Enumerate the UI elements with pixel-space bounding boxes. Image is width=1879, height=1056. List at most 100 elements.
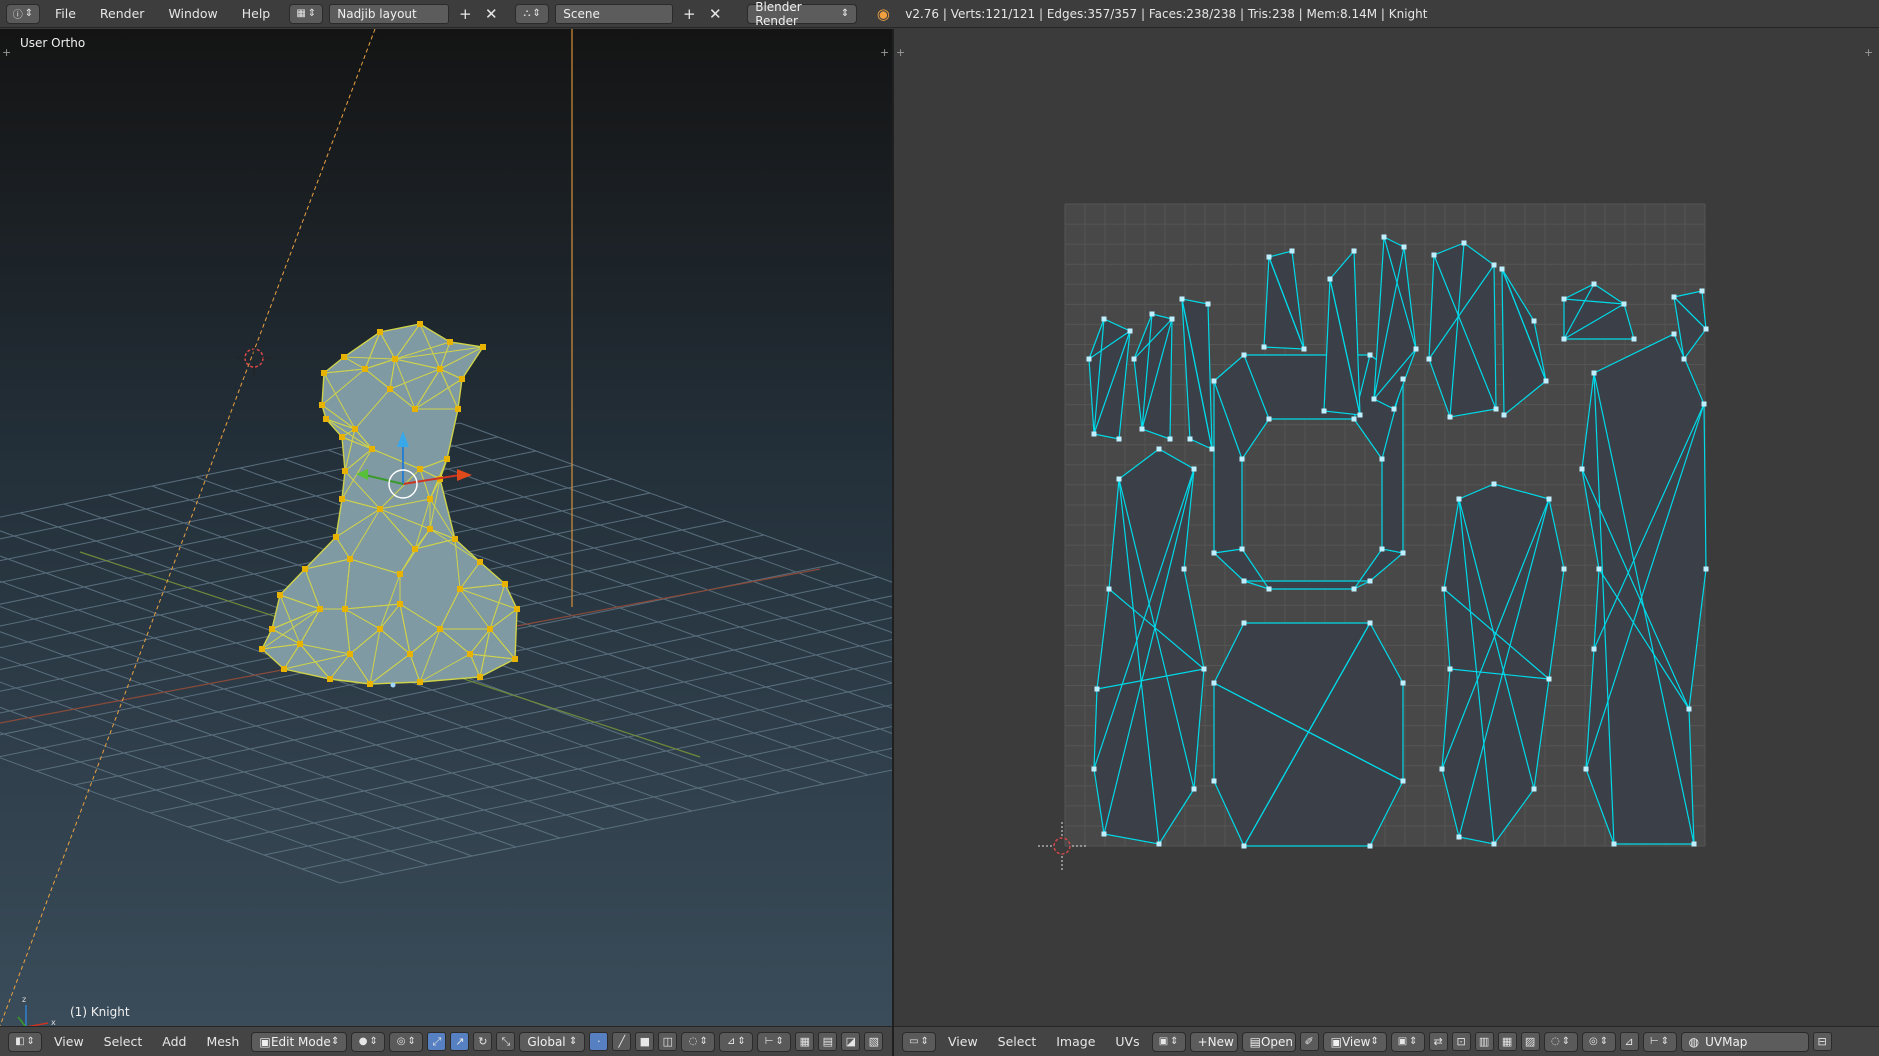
mode-dropdown[interactable]: ▣ Edit Mode ⇕ [251,1031,348,1052]
scene-name-field[interactable]: Scene [555,3,674,24]
translate-manipulator-icon[interactable]: ↗ [450,1032,470,1051]
render-engine-dropdown[interactable]: Blender Render ⇕ [747,0,858,28]
mesh-vertex [487,626,493,632]
uvmap-selector[interactable]: ◍ UVMap [1680,1031,1809,1052]
orientation-dropdown[interactable]: Global ⇕ [519,1031,586,1052]
orientation-label: Global [527,1034,566,1049]
menu-select[interactable]: Select [990,1034,1045,1049]
menu-image[interactable]: Image [1048,1034,1103,1049]
manipulator-toggle-icon[interactable]: ⤢ [427,1032,447,1051]
uv-vertex [1379,546,1385,552]
uv-snap-icon[interactable]: ⊿ [1619,1032,1639,1051]
viewport-shading-dropdown[interactable]: ● ⇕ [351,1031,386,1052]
add-scene-button[interactable]: + [679,4,699,24]
uv-vertex [1699,288,1705,294]
uv-vertex [1351,416,1357,422]
uv-vertex [1561,336,1567,342]
uv-vertex [1261,344,1267,350]
uv-vertex [1239,546,1245,552]
limit-selection-icon[interactable]: ◫ [658,1032,678,1051]
layout-name-field[interactable]: Nadjib layout [329,3,450,24]
uv-canvas[interactable] [894,29,1879,1026]
mesh-vertex [323,416,329,422]
render-preview-icon[interactable]: ◪ [841,1032,861,1051]
scene-browse-button[interactable]: ⛬ ⇕ [515,3,550,24]
editor-type-info-button[interactable]: ⓘ ⇕ [6,3,40,24]
snap-target-dropdown[interactable]: ⊢ ⇕ [757,1031,792,1052]
add-layout-button[interactable]: + [455,4,475,24]
updown-icon: ⇕ [26,1036,35,1047]
uv-edge-select-icon[interactable]: ▥ [1474,1032,1494,1051]
new-image-button[interactable]: + New [1189,1031,1238,1052]
region-toggle-icon[interactable]: + [896,46,905,59]
vertex-select-icon[interactable]: · [589,1032,609,1051]
uv-vertex [1101,831,1107,837]
mesh-vertex [514,606,520,612]
menu-mesh[interactable]: Mesh [198,1034,247,1049]
face-select-icon[interactable]: ■ [635,1032,655,1051]
menu-uvs[interactable]: UVs [1107,1034,1147,1049]
menu-view[interactable]: View [940,1034,986,1049]
rotate-manipulator-icon[interactable]: ↻ [473,1032,493,1051]
uv-vertex [1400,778,1406,784]
uv-vertex [1367,843,1373,849]
layout-browse-button[interactable]: ▦ ⇕ [289,3,324,24]
uv-vertex [1357,412,1363,418]
uv-snap-target-dropdown[interactable]: ⊢ ⇕ [1642,1031,1677,1052]
editor-mode-label: View [1341,1034,1371,1049]
pin-icon[interactable]: ✐ [1299,1032,1319,1051]
delete-scene-button[interactable]: ✕ [705,4,725,24]
uv-face-select-icon[interactable]: ▦ [1497,1032,1517,1051]
uv-vertex [1091,431,1097,437]
layout-grid-icon: ▦ [296,8,306,19]
3d-viewport[interactable]: x z User Ortho (1) Knight + + [0,29,892,1026]
menu-help[interactable]: Help [233,4,280,24]
uv-vertex [1139,426,1145,432]
menu-window[interactable]: Window [159,4,226,24]
proportional-edit-dropdown[interactable]: ◌ ⇕ [681,1031,716,1052]
sticky-icon: ◌ [1551,1036,1560,1047]
uv-pivot-dropdown[interactable]: ▣ ⇕ [1390,1031,1425,1052]
delete-layout-button[interactable]: ✕ [481,4,501,24]
mesh-vertex [377,329,383,335]
x-arrow-icon [457,469,472,481]
menu-file[interactable]: File [46,4,85,24]
uv-vertex [1367,352,1373,358]
uv-proportional-dropdown[interactable]: ◎ ⇕ [1581,1031,1616,1052]
editor-type-uv-button[interactable]: ▭ ⇕ [902,1031,936,1052]
grid-snap-icon[interactable]: ▦ [795,1032,815,1051]
scale-manipulator-icon[interactable]: ⤡ [496,1032,516,1051]
region-toggle-icon[interactable]: + [880,46,889,59]
menu-view[interactable]: View [46,1034,92,1049]
open-label: Open [1260,1034,1294,1049]
mesh-vertex [417,679,423,685]
region-toggle-icon[interactable]: + [1864,46,1873,59]
axis-gizmo-icon: x z [17,995,56,1026]
uv-vertex [1266,416,1272,422]
snap-element-dropdown[interactable]: ⊿ ⇕ [719,1031,754,1052]
mesh-vertex [352,426,358,432]
region-toggle-icon[interactable]: + [2,46,11,59]
menu-render[interactable]: Render [91,4,154,24]
3d-scene-canvas[interactable]: x z [0,29,892,1026]
editor-mode-dropdown[interactable]: ▣ View ⇕ [1322,1031,1387,1052]
sticky-selection-dropdown[interactable]: ◌ ⇕ [1543,1031,1578,1052]
edge-select-icon[interactable]: ╱ [612,1032,632,1051]
open-image-button[interactable]: ▤ Open [1241,1031,1296,1052]
mesh-vertex [259,646,265,652]
uv-vertex-select-icon[interactable]: ⊡ [1451,1032,1471,1051]
sync-selection-icon[interactable]: ⇄ [1428,1032,1448,1051]
pivot-point-dropdown[interactable]: ◎ ⇕ [389,1031,424,1052]
lock-icon[interactable]: ⊟ [1812,1032,1832,1051]
opengl-render-icon[interactable]: ▧ [864,1032,884,1051]
layers-icon[interactable]: ▤ [818,1032,838,1051]
menu-add[interactable]: Add [154,1034,194,1049]
editor-type-3d-button[interactable]: ◧ ⇕ [8,1031,42,1052]
uv-image-editor[interactable]: + + [894,29,1879,1026]
3d-cursor-icon [236,340,272,376]
mesh-vertex [459,376,465,382]
image-browse-button[interactable]: ▣ ⇕ [1151,1031,1186,1052]
mesh-vertex [477,674,483,680]
menu-select[interactable]: Select [96,1034,151,1049]
uv-island-select-icon[interactable]: ▨ [1520,1032,1540,1051]
